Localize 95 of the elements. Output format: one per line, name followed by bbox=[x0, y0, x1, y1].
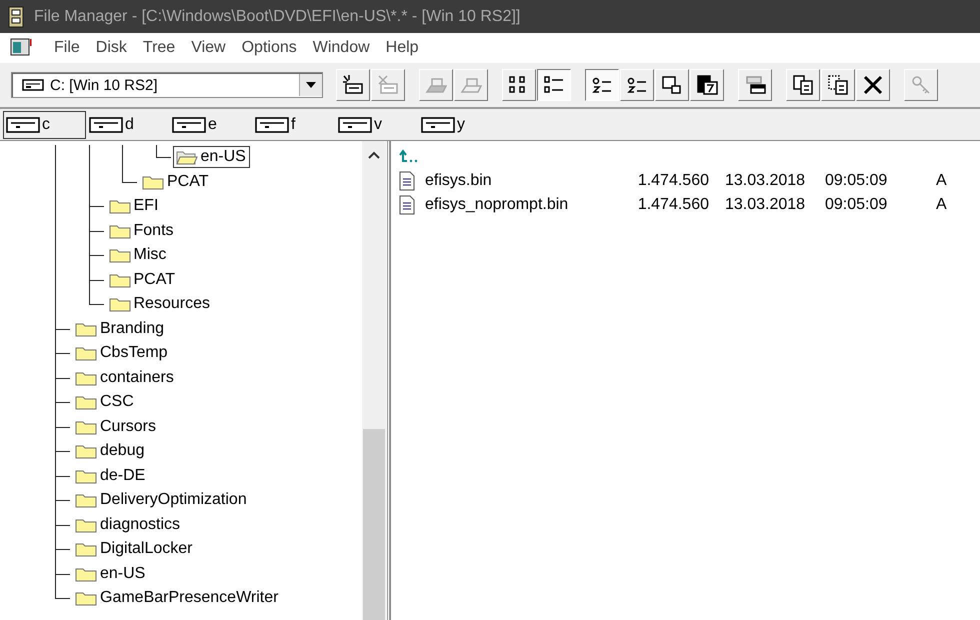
folder-tree-item[interactable]: en-US bbox=[172, 146, 250, 168]
file-time: 09:05:09 bbox=[824, 172, 888, 190]
copy-button[interactable] bbox=[786, 69, 820, 101]
delete-button[interactable] bbox=[856, 69, 890, 101]
menu-item[interactable]: File bbox=[46, 39, 88, 57]
drive-icon bbox=[22, 79, 44, 91]
folder-icon bbox=[75, 468, 97, 484]
drive-icon bbox=[6, 116, 40, 132]
move-button[interactable] bbox=[821, 69, 855, 101]
drive-icon bbox=[89, 116, 123, 132]
folder-icon bbox=[108, 222, 130, 239]
windows-icon bbox=[660, 74, 684, 96]
drive-dropdown[interactable]: C: [Win 10 RS2] bbox=[11, 72, 323, 98]
menu-item[interactable]: Disk bbox=[88, 39, 135, 57]
drive-button[interactable]: d bbox=[86, 110, 169, 138]
dotted-document-icon bbox=[826, 74, 850, 96]
window-title: File Manager - [C:\Windows\Boot\DVD\EFI\en-US\*.* - [Win 10 RS2]] bbox=[34, 8, 520, 26]
folder-tree-item[interactable]: containers bbox=[72, 366, 178, 389]
compare-button[interactable] bbox=[690, 69, 724, 101]
folder-icon bbox=[108, 198, 130, 214]
file-attributes: A bbox=[936, 172, 948, 190]
menu-item[interactable]: Options bbox=[234, 39, 305, 57]
scrollbar[interactable] bbox=[362, 141, 386, 620]
drive-button[interactable]: y bbox=[418, 110, 501, 138]
folder-icon bbox=[108, 272, 130, 288]
drive-button[interactable]: e bbox=[169, 110, 252, 138]
document-icon bbox=[399, 195, 415, 216]
folder-icon bbox=[108, 296, 130, 312]
folder-tree-item[interactable]: EFI bbox=[106, 195, 162, 218]
folder-icon bbox=[108, 247, 130, 264]
menu-item[interactable]: View bbox=[183, 39, 234, 57]
folder-icon bbox=[75, 345, 97, 362]
drive-sparkle-icon bbox=[341, 74, 365, 96]
split-button[interactable] bbox=[738, 69, 772, 101]
icons-view-button[interactable] bbox=[502, 69, 536, 101]
folder-icon bbox=[75, 320, 97, 337]
folder-icon bbox=[75, 418, 97, 435]
file-size: 1.474.560 bbox=[636, 196, 709, 214]
file-name[interactable]: efisys.bin bbox=[419, 172, 619, 190]
window-icon[interactable] bbox=[10, 38, 32, 58]
folder-icon bbox=[75, 516, 97, 533]
drive-icon bbox=[338, 116, 372, 132]
folder-tree-item[interactable]: Misc bbox=[106, 244, 170, 266]
drive-button[interactable]: v bbox=[335, 110, 418, 138]
copy-icon bbox=[791, 74, 815, 96]
folder-tree-item[interactable]: CSC bbox=[72, 391, 138, 414]
file-date: 13.03.2018 bbox=[724, 172, 806, 190]
document-icon bbox=[399, 170, 415, 191]
file-time: 09:05:09 bbox=[824, 196, 888, 214]
folder-tree-item[interactable]: Fonts bbox=[106, 220, 178, 242]
calendar-icon bbox=[695, 74, 719, 96]
drive-button[interactable]: f bbox=[252, 110, 335, 138]
folder-icon bbox=[75, 370, 97, 386]
folder-icon bbox=[75, 566, 97, 582]
folder-tree-item[interactable]: PCAT bbox=[139, 170, 212, 193]
menu-item[interactable]: Window bbox=[304, 39, 378, 57]
folder-tree-item[interactable]: CbsTemp bbox=[72, 342, 172, 364]
folder-icon bbox=[75, 590, 97, 606]
list-icon bbox=[542, 74, 566, 96]
details-view-button[interactable] bbox=[537, 69, 571, 101]
menu-item[interactable]: Help bbox=[378, 39, 427, 57]
folder-tree-item[interactable]: PCAT bbox=[106, 268, 179, 291]
drive-icon bbox=[172, 116, 206, 132]
sort-name-button[interactable] bbox=[585, 69, 619, 101]
drive-button[interactable]: c bbox=[3, 110, 86, 138]
file-size: 1.474.560 bbox=[636, 172, 709, 190]
folder-tree-item[interactable]: de-DE bbox=[72, 464, 150, 487]
folder-icon bbox=[75, 541, 97, 558]
sort-type-button[interactable] bbox=[620, 69, 654, 101]
filing-cabinet-icon bbox=[8, 6, 24, 28]
drive-icon bbox=[255, 116, 289, 132]
new-window-button[interactable] bbox=[655, 69, 689, 101]
folder-tree-item[interactable]: Resources bbox=[106, 293, 214, 316]
menu-item[interactable]: Tree bbox=[134, 39, 184, 57]
folder-tree-item[interactable]: debug bbox=[72, 440, 148, 462]
folder-icon bbox=[75, 443, 97, 460]
folder-icon bbox=[142, 174, 164, 190]
folder-tree-item[interactable]: diagnostics bbox=[72, 514, 184, 536]
delete-icon bbox=[861, 74, 885, 96]
scroll-thumb[interactable] bbox=[363, 429, 385, 620]
folder-tree-item[interactable]: Branding bbox=[72, 318, 168, 340]
drive-icon bbox=[421, 116, 455, 132]
folder-tree-item[interactable]: DigitalLocker bbox=[72, 538, 196, 560]
file-date: 13.03.2018 bbox=[724, 196, 806, 214]
open-folder-icon bbox=[176, 149, 198, 166]
drive-cross-icon bbox=[376, 74, 400, 96]
connect-button[interactable] bbox=[336, 69, 370, 101]
folder-tree-item[interactable]: en-US bbox=[72, 562, 150, 585]
folder-icon bbox=[75, 394, 97, 410]
folder-tree-item[interactable]: GameBarPresenceWriter bbox=[72, 587, 282, 610]
folder-tree-item[interactable]: Cursors bbox=[72, 416, 160, 438]
folder-tree-item[interactable]: DeliveryOptimization bbox=[72, 489, 251, 512]
folder-icon bbox=[75, 492, 97, 508]
file-name[interactable]: efisys_noprompt.bin bbox=[419, 196, 619, 214]
file-attributes: A bbox=[936, 196, 948, 214]
